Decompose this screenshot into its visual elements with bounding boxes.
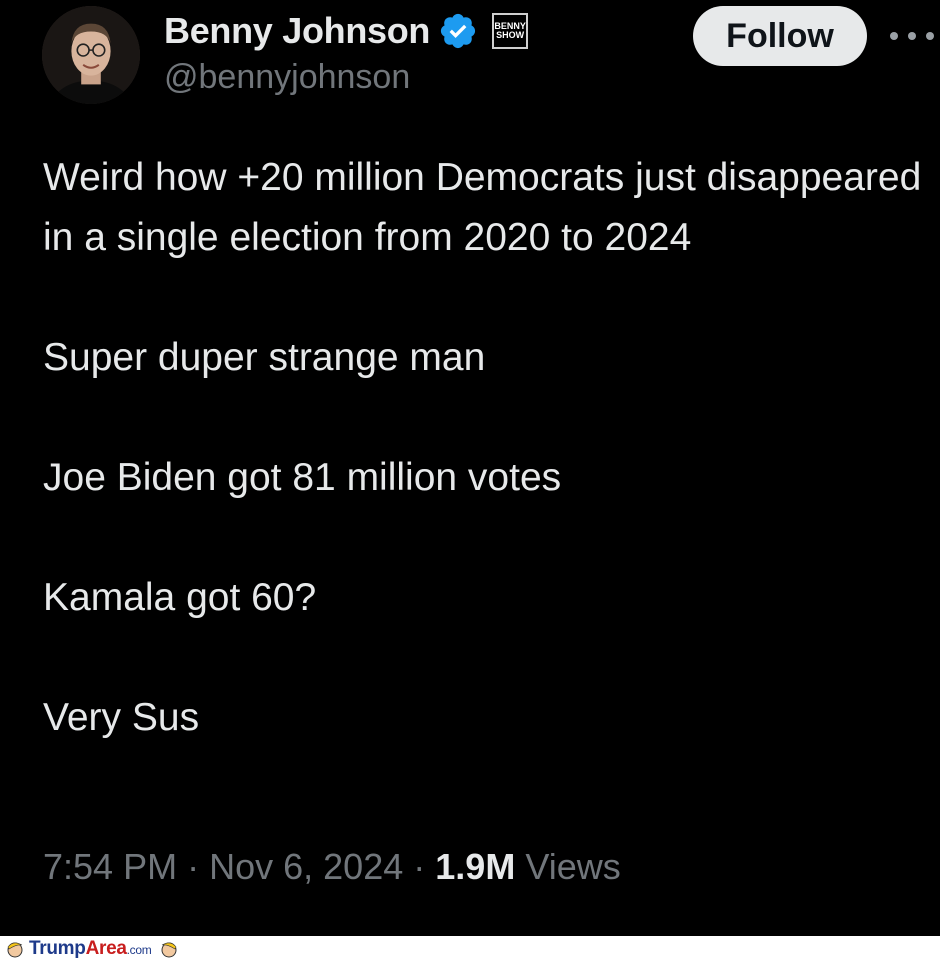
tweet-card: Benny Johnson BENNY SHOW @bennyjohnson F… [0, 0, 940, 936]
watermark-logo[interactable]: TrumpArea.com [29, 938, 152, 960]
avatar-image [42, 6, 140, 104]
more-dot [926, 32, 934, 40]
verified-badge-icon[interactable] [438, 11, 478, 51]
meta-separator: · [187, 846, 200, 887]
tweet-time[interactable]: 7:54 PM [43, 846, 177, 887]
views-label: Views [525, 846, 621, 887]
author-display-name[interactable]: Benny Johnson [164, 10, 430, 52]
author-handle[interactable]: @bennyjohnson [164, 58, 410, 97]
tweet-date[interactable]: Nov 6, 2024 [209, 846, 403, 887]
watermark-bar: TrumpArea.com [0, 936, 940, 962]
more-horizontal-icon[interactable] [890, 24, 934, 48]
affiliate-badge-icon[interactable]: BENNY SHOW [492, 13, 529, 49]
author-name-row: Benny Johnson BENNY SHOW [164, 8, 529, 54]
watermark-domain: .com [126, 943, 152, 957]
avatar[interactable] [42, 6, 140, 104]
watermark-accent: Area [85, 938, 127, 959]
follow-button[interactable]: Follow [693, 6, 867, 66]
more-dot [908, 32, 916, 40]
tweet-paragraph: Super duper strange man [43, 336, 486, 379]
trump-head-icon [161, 942, 177, 958]
tweet-paragraph: Kamala got 60? [43, 576, 317, 619]
tweet-paragraph: Very Sus [43, 696, 200, 739]
views-count: 1.9M [435, 846, 516, 887]
trump-head-icon [7, 942, 23, 958]
tweet-meta: 7:54 PM · Nov 6, 2024 · 1.9M Views [43, 846, 621, 888]
watermark-main: Trump [29, 938, 86, 959]
meta-separator: · [413, 846, 426, 887]
tweet-text: Weird how +20 million Democrats just dis… [43, 148, 933, 748]
affiliate-badge-line2: SHOW [496, 30, 525, 40]
tweet-paragraph: Weird how +20 million Democrats just dis… [43, 156, 922, 259]
tweet-paragraph: Joe Biden got 81 million votes [43, 456, 562, 499]
more-dot [890, 32, 898, 40]
